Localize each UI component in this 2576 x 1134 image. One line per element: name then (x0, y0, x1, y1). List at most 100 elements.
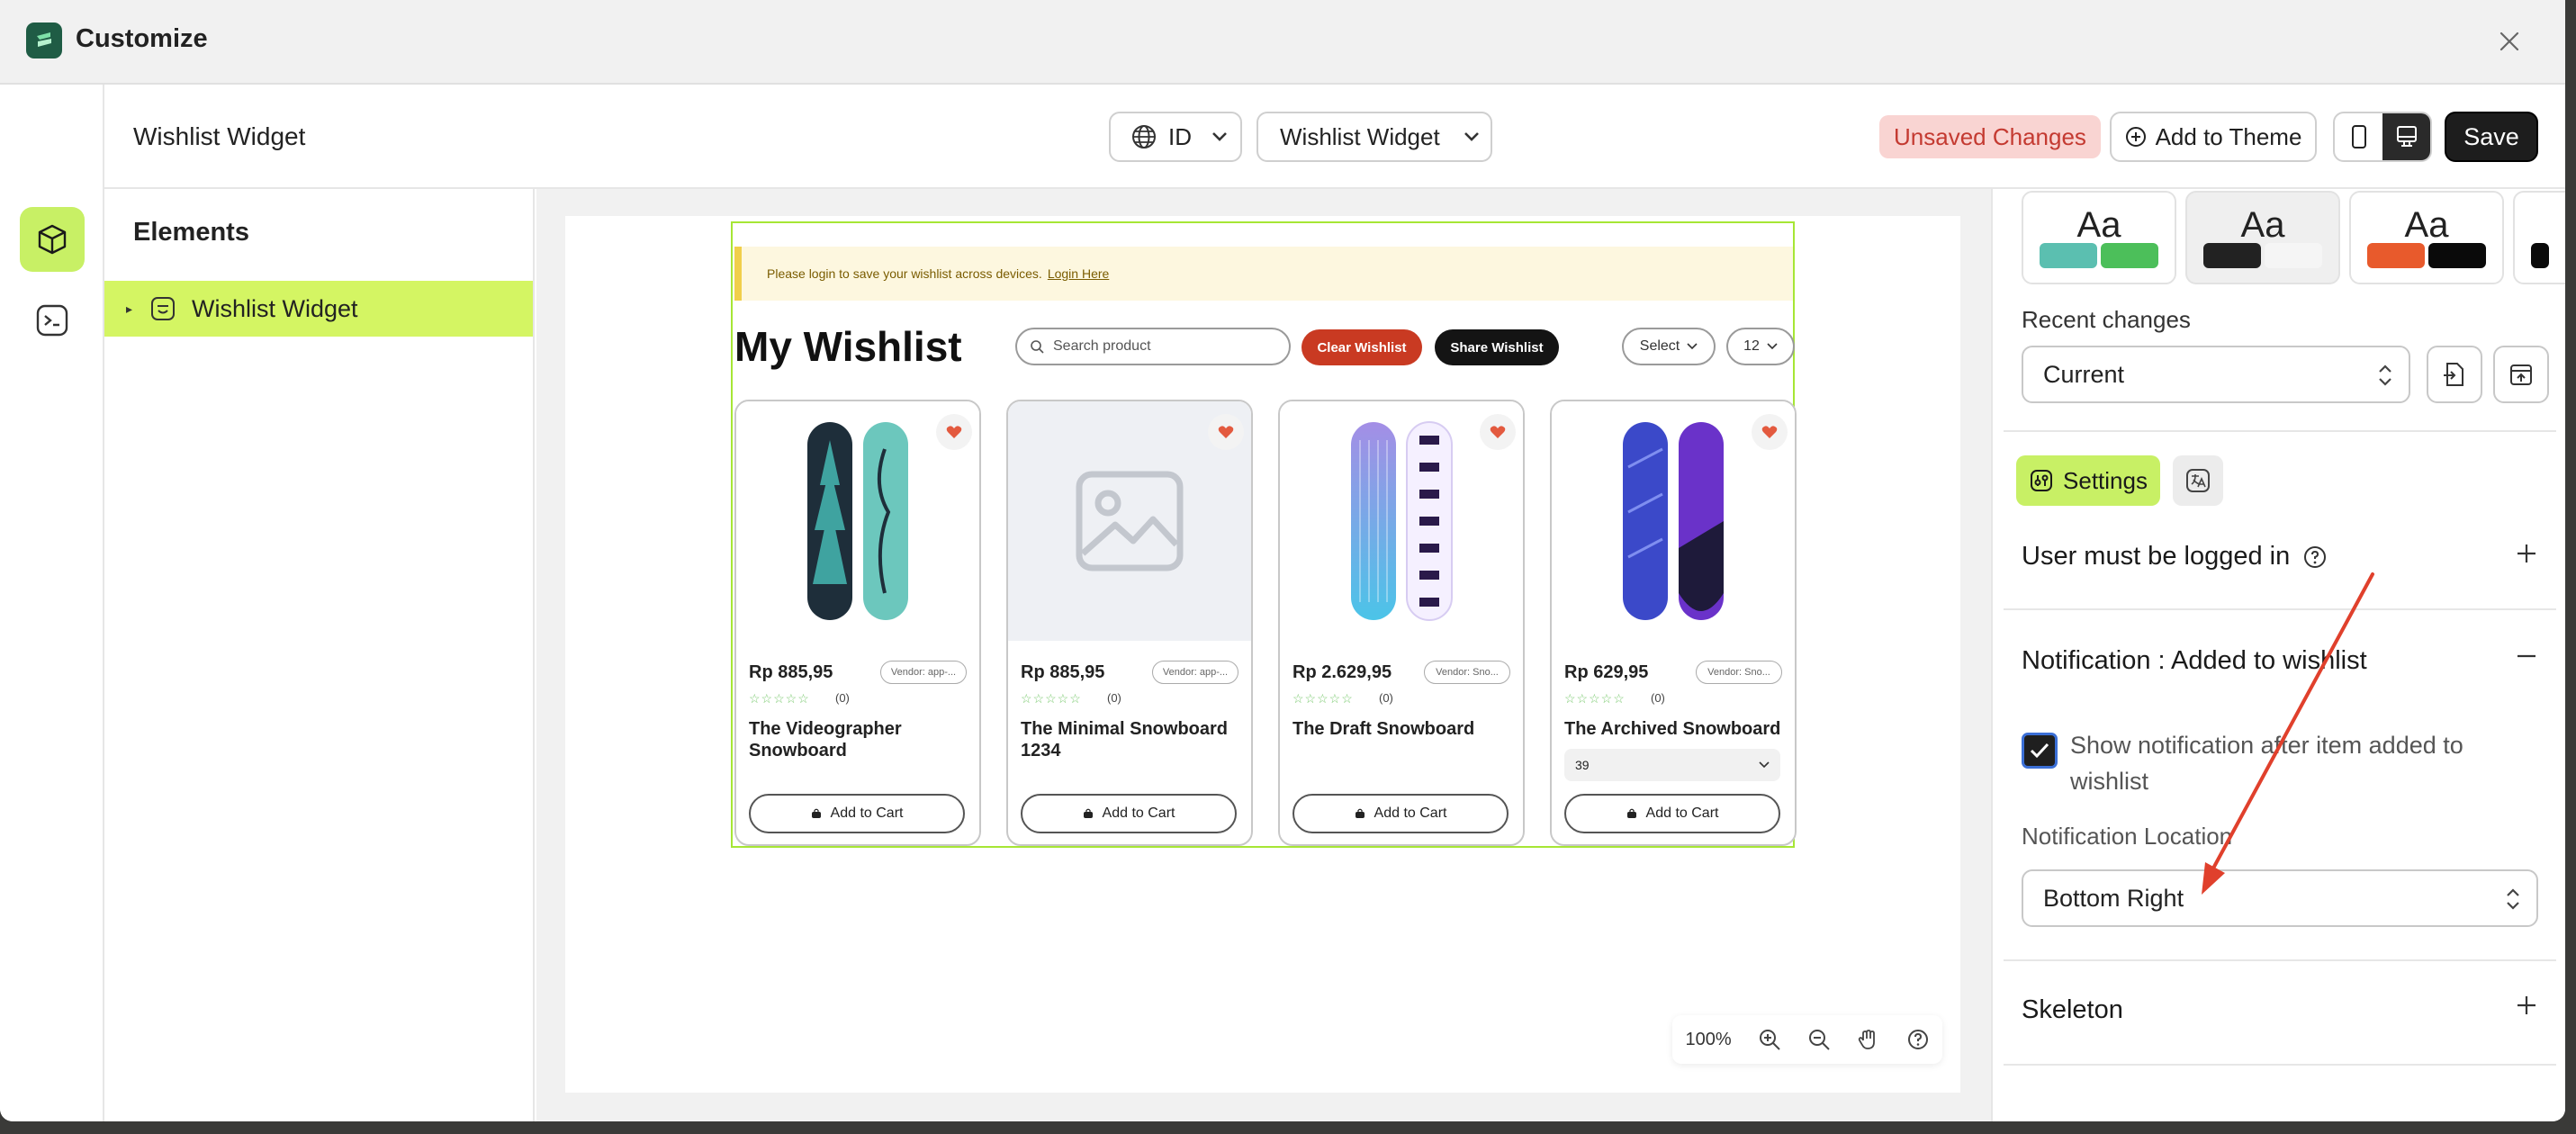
bag-icon (811, 808, 821, 818)
add-to-cart-button[interactable]: Add to Cart (1564, 794, 1780, 833)
customize-window: Customize Wishlist Widget ID Wishlist Wi… (0, 0, 2565, 1121)
desktop-icon (2396, 126, 2417, 147)
widget-icon (149, 294, 177, 323)
language-select[interactable]: ID (1109, 112, 1242, 162)
snowboard-blue-image (1623, 422, 1724, 620)
app-logo-icon (26, 22, 62, 58)
product-price: Rp 885,95 (749, 662, 833, 682)
wishlist-heart-button[interactable] (936, 414, 972, 450)
product-price: Rp 629,95 (1564, 662, 1649, 682)
app-title: Customize (76, 24, 208, 53)
rating-stars: ☆☆☆☆☆ (1021, 691, 1082, 706)
chevron-down-icon (1464, 131, 1480, 142)
heart-icon (1490, 426, 1506, 438)
search-placeholder: Search product (1053, 338, 1151, 354)
element-item-label: Wishlist Widget (192, 294, 358, 322)
product-name[interactable]: The Videographer Snowboard (749, 718, 970, 761)
product-card[interactable]: Rp 629,95 Vendor: Sno... ☆☆☆☆☆ (0) The A… (1550, 400, 1797, 846)
cube-icon (38, 224, 67, 255)
image-placeholder-icon (1076, 471, 1184, 572)
share-wishlist-button[interactable]: Share Wishlist (1435, 329, 1559, 365)
bag-icon (1083, 808, 1093, 818)
heart-icon (1761, 426, 1778, 438)
rating-stars: ☆☆☆☆☆ (1564, 691, 1626, 706)
zoom-level: 100% (1685, 1029, 1732, 1049)
elements-panel: Elements ▸ Wishlist Widget (104, 189, 535, 1121)
snowboard-purple-image (1351, 421, 1453, 621)
zoom-toolbar: 100% (1672, 1015, 1942, 1064)
search-icon (1031, 340, 1044, 354)
rating-stars: ☆☆☆☆☆ (749, 691, 810, 706)
vendor-badge: Vendor: Sno... (1696, 661, 1782, 684)
wishlist-heart-button[interactable] (1208, 414, 1244, 450)
template-select-value: Wishlist Widget (1280, 122, 1440, 150)
chevron-down-icon (1767, 343, 1778, 350)
chevron-down-icon (1687, 343, 1698, 350)
settings-panel: Aa Aa Aa Recent changes Current Settings… (1991, 189, 2565, 1121)
clear-wishlist-button[interactable]: Clear Wishlist (1302, 329, 1422, 365)
wishlist-heart-button[interactable] (1752, 414, 1788, 450)
vendor-badge: Vendor: Sno... (1424, 661, 1510, 684)
search-input[interactable]: Search product (1015, 328, 1291, 365)
vendor-badge: Vendor: app-... (880, 661, 967, 684)
add-to-theme-button[interactable]: Add to Theme (2110, 112, 2317, 162)
per-page-select[interactable]: 12 (1726, 328, 1795, 365)
add-to-cart-label: Add to Cart (1374, 806, 1447, 821)
snowboard-teal-image (807, 422, 908, 620)
vendor-badge: Vendor: app-... (1152, 661, 1238, 684)
per-page-value: 12 (1743, 338, 1760, 354)
zoom-in-icon[interactable] (1758, 1028, 1781, 1051)
save-button[interactable]: Save (2445, 112, 2538, 162)
add-to-cart-button[interactable]: Add to Cart (1293, 794, 1509, 833)
add-to-cart-label: Add to Cart (830, 806, 904, 821)
elements-title: Elements (133, 218, 249, 247)
product-card[interactable]: Rp 885,95 Vendor: app-... ☆☆☆☆☆ (0) The … (734, 400, 981, 846)
login-link[interactable]: Login Here (1048, 266, 1110, 281)
product-name[interactable]: The Archived Snowboard (1564, 718, 1786, 740)
elements-rail-button[interactable] (20, 207, 85, 272)
add-to-cart-label: Add to Cart (1645, 806, 1719, 821)
chevron-down-icon (1759, 761, 1770, 769)
desktop-view-button[interactable] (2382, 113, 2430, 160)
product-name[interactable]: The Minimal Snowboard 1234 (1021, 718, 1242, 761)
wishlist-preview[interactable]: Please login to save your wishlist acros… (731, 221, 1797, 848)
hand-icon[interactable] (1857, 1028, 1880, 1051)
code-rail-button[interactable] (20, 288, 85, 353)
mobile-icon (2351, 125, 2366, 148)
annotation-arrow-icon (2202, 572, 2374, 895)
add-to-theme-label: Add to Theme (2155, 122, 2302, 150)
add-to-cart-button[interactable]: Add to Cart (749, 794, 965, 833)
help-icon[interactable] (1906, 1028, 1930, 1051)
notice-text: Please login to save your wishlist acros… (767, 266, 1042, 281)
wishlist-heart-button[interactable] (1480, 414, 1516, 450)
variant-select[interactable]: 39 (1564, 749, 1780, 781)
bag-icon (1626, 808, 1636, 818)
title-bar: Customize (0, 0, 2565, 85)
sort-select-value: Select (1639, 338, 1680, 354)
product-card[interactable]: Rp 2.629,95 Vendor: Sno... ☆☆☆☆☆ (0) The… (1278, 400, 1525, 846)
product-card[interactable]: Rp 885,95 Vendor: app-... ☆☆☆☆☆ (0) The … (1006, 400, 1253, 846)
variant-value: 39 (1575, 758, 1590, 772)
login-notice: Please login to save your wishlist acros… (734, 247, 1793, 301)
element-item-wishlist-widget[interactable]: ▸ Wishlist Widget (104, 281, 533, 337)
close-icon[interactable] (2490, 22, 2529, 61)
product-price: Rp 2.629,95 (1293, 662, 1392, 682)
review-count: (0) (1651, 691, 1665, 705)
product-price: Rp 885,95 (1021, 662, 1105, 682)
product-name[interactable]: The Draft Snowboard (1293, 718, 1514, 740)
chevron-down-icon (1211, 131, 1228, 142)
device-toggle (2333, 112, 2432, 162)
sort-select[interactable]: Select (1622, 328, 1716, 365)
globe-icon (1130, 123, 1157, 150)
terminal-icon (36, 304, 68, 337)
mobile-view-button[interactable] (2335, 113, 2382, 160)
expand-caret-icon[interactable]: ▸ (126, 302, 132, 317)
unsaved-changes-badge: Unsaved Changes (1879, 115, 2101, 158)
zoom-out-icon[interactable] (1807, 1028, 1831, 1051)
add-to-cart-label: Add to Cart (1102, 806, 1175, 821)
bag-icon (1355, 808, 1365, 818)
template-select[interactable]: Wishlist Widget (1256, 112, 1492, 162)
add-to-cart-button[interactable]: Add to Cart (1021, 794, 1237, 833)
heart-icon (946, 426, 962, 438)
review-count: (0) (835, 691, 850, 705)
